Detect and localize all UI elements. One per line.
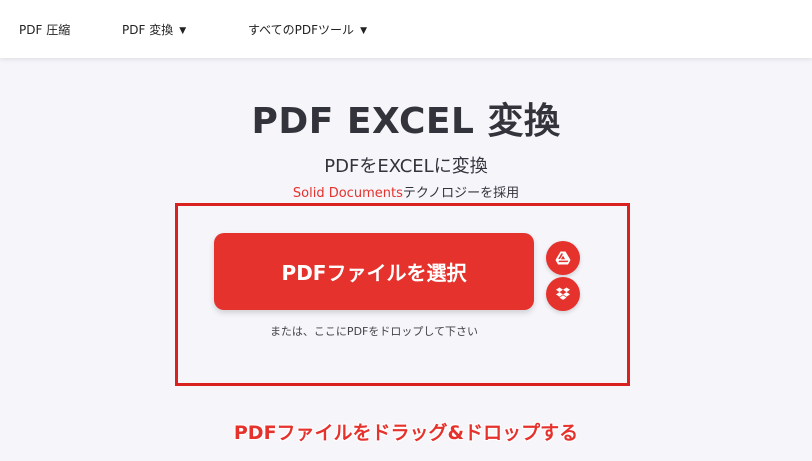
top-navbar: PDF 圧縮 PDF 変換 ▼ すべてのPDFツール ▼ bbox=[0, 0, 812, 58]
drop-hint-text: または、ここにPDFをドロップして下さい bbox=[269, 325, 479, 338]
nav-item-convert[interactable]: PDF 変換 ▼ bbox=[122, 21, 186, 38]
technology-credit-suffix: テクノロジーを採用 bbox=[402, 186, 520, 201]
dropbox-button[interactable] bbox=[546, 277, 580, 311]
caret-down-icon: ▼ bbox=[179, 26, 187, 36]
nav-item-compress[interactable]: PDF 圧縮 bbox=[19, 21, 70, 38]
caret-down-icon: ▼ bbox=[360, 26, 367, 36]
page-title: PDF EXCEL 変換 bbox=[251, 101, 561, 142]
technology-credit: Solid Documentsテクノロジーを採用 bbox=[0, 182, 812, 201]
dropbox-icon bbox=[556, 287, 570, 300]
nav-item-label: PDF 変換 bbox=[122, 23, 174, 37]
nav-item-label: すべてのPDFツール bbox=[248, 23, 355, 37]
select-pdf-file-button[interactable]: PDFファイルを選択 bbox=[214, 233, 534, 310]
google-drive-button[interactable] bbox=[546, 241, 580, 275]
nav-item-label: PDF 圧縮 bbox=[19, 23, 71, 37]
solid-documents-link[interactable]: Solid Documents bbox=[293, 186, 403, 201]
drag-drop-caption: PDFファイルをドラッグ&ドロップする bbox=[233, 422, 579, 444]
nav-item-all-tools[interactable]: すべてのPDFツール ▼ bbox=[248, 21, 367, 38]
google-drive-icon bbox=[555, 251, 571, 265]
page-subtitle: PDFをEXCELに変換 bbox=[324, 156, 488, 177]
